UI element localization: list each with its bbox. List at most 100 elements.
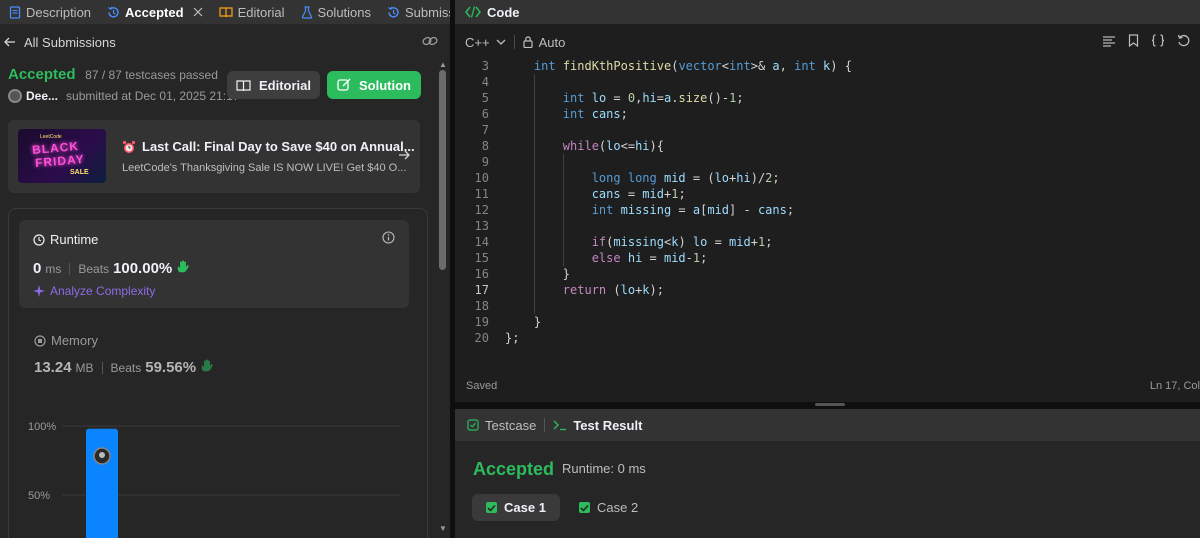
format-icon[interactable]: [1102, 34, 1116, 47]
chart-bar[interactable]: [86, 428, 118, 538]
memory-value: 13.24: [34, 359, 72, 376]
memory-beats-value: 59.56%: [145, 359, 197, 376]
submission-status: Accepted: [8, 66, 76, 83]
memory-unit: MB: [75, 361, 94, 375]
all-submissions-link[interactable]: All Submissions: [24, 35, 116, 50]
divider: [513, 35, 515, 49]
tab-label: Accepted: [125, 4, 184, 20]
y-tick-label: 100%: [28, 421, 56, 433]
tab-accepted[interactable]: Accepted: [104, 0, 206, 24]
code-line[interactable]: 9: [455, 154, 1200, 170]
case-tab-2[interactable]: Case 2: [565, 494, 652, 521]
result-panel: Testcase Test Result Accepted Runtime: 0…: [455, 409, 1200, 538]
arrow-left-icon[interactable]: [4, 37, 16, 47]
cursor-position: Ln 17, Col: [1149, 380, 1200, 392]
solution-button[interactable]: Solution: [327, 71, 421, 99]
code-editor[interactable]: 3 int findKthPositive(vector<int>& a, in…: [455, 58, 1200, 346]
avatar-face: [99, 452, 105, 458]
submitted-time: submitted at Dec 01, 2025 21:17: [66, 89, 240, 103]
history-icon: [387, 6, 400, 19]
code-line[interactable]: 18: [455, 298, 1200, 314]
divider: [69, 262, 71, 275]
scroll-up-arrow[interactable]: ▲: [439, 60, 447, 69]
scroll-down-arrow[interactable]: ▼: [439, 524, 447, 533]
braces-icon[interactable]: [1151, 34, 1165, 47]
code-text: while(lo<=hi){: [562, 139, 664, 153]
line-number: 5: [481, 91, 489, 105]
tab-submissions[interactable]: Submissi: [384, 0, 450, 24]
info-icon[interactable]: [382, 231, 395, 244]
code-line[interactable]: 15 else hi = mid-1;: [455, 250, 1200, 266]
chevron-down-icon[interactable]: [496, 39, 506, 46]
tab-test-result[interactable]: Test Result: [553, 418, 642, 433]
tab-code[interactable]: Code: [487, 5, 520, 20]
code-line[interactable]: 7: [455, 122, 1200, 138]
cheer-hand-icon: [176, 260, 190, 273]
runtime-card[interactable]: Runtime 0 ms Beats 100.00% Analyze Compl…: [19, 220, 409, 308]
panel-resize-handle[interactable]: [815, 403, 845, 406]
bookmark-icon[interactable]: [1128, 34, 1139, 47]
avatar[interactable]: [8, 89, 22, 103]
code-text: }: [505, 315, 542, 329]
chip-icon: [34, 334, 46, 347]
tab-solutions[interactable]: Solutions: [298, 0, 374, 24]
memory-title: Memory: [51, 333, 98, 348]
arrow-right-icon[interactable]: [398, 149, 410, 161]
reset-icon[interactable]: [1177, 34, 1190, 47]
analyze-complexity-link[interactable]: Analyze Complexity: [33, 284, 155, 298]
code-line[interactable]: 14 if(missing<k) lo = mid+1;: [455, 234, 1200, 250]
result-runtime: Runtime: 0 ms: [562, 461, 646, 476]
memory-stats: 13.24 MB Beats 59.56%: [34, 359, 214, 376]
language-select[interactable]: C++: [465, 35, 490, 50]
tab-testcase[interactable]: Testcase: [467, 418, 536, 433]
document-icon: [9, 5, 21, 19]
tab-editorial[interactable]: Editorial: [216, 0, 288, 24]
runtime-value: 0: [33, 260, 42, 277]
promo-description: LeetCode's Thanksgiving Sale IS NOW LIVE…: [122, 162, 407, 174]
code-text: int cans;: [562, 107, 628, 121]
code-line[interactable]: 17 return (lo+k);: [455, 282, 1200, 298]
code-text: else hi = mid-1;: [591, 251, 708, 265]
code-line[interactable]: 12 int missing = a[mid] - cans;: [455, 202, 1200, 218]
code-line[interactable]: 20};: [455, 330, 1200, 346]
code-line[interactable]: 5 int lo = 0,hi=a.size()-1;: [455, 90, 1200, 106]
beats-label: Beats: [110, 361, 142, 375]
code-text: }: [505, 267, 571, 281]
code-line[interactable]: 16 }: [455, 266, 1200, 282]
line-number: 13: [474, 219, 489, 233]
code-line[interactable]: 19 }: [455, 314, 1200, 330]
promo-image: LeetCode BLACK FRIDAY SALE: [18, 129, 106, 183]
code-line[interactable]: 10 long long mid = (lo+hi)/2;: [455, 170, 1200, 186]
toolbar-actions: [1102, 34, 1190, 47]
left-tab-bar: Description Accepted Editorial Solutions: [0, 0, 450, 24]
check-icon: [579, 502, 590, 513]
line-number: 20: [474, 331, 489, 345]
close-icon[interactable]: [193, 7, 203, 17]
username[interactable]: Dee...: [26, 89, 58, 103]
code-line[interactable]: 4: [455, 74, 1200, 90]
code-line[interactable]: 3 int findKthPositive(vector<int>& a, in…: [455, 58, 1200, 74]
scrollbar-thumb[interactable]: [439, 70, 446, 270]
case-tab-1[interactable]: Case 1: [472, 494, 560, 521]
code-line[interactable]: 11 cans = mid+1;: [455, 186, 1200, 202]
tab-description[interactable]: Description: [6, 0, 94, 24]
line-number: 19: [474, 315, 489, 329]
runtime-title: Runtime: [50, 232, 99, 247]
promo-banner[interactable]: LeetCode BLACK FRIDAY SALE Last Call: Fi…: [8, 120, 420, 193]
code-line[interactable]: 6 int cans;: [455, 106, 1200, 122]
code-line[interactable]: 8 while(lo<=hi){: [455, 138, 1200, 154]
code-text: long long mid = (lo+hi)/2;: [591, 171, 780, 185]
runtime-distribution-chart: 100% 50%: [28, 421, 400, 538]
link-icon[interactable]: [422, 34, 438, 48]
editorial-button[interactable]: Editorial: [227, 71, 320, 99]
mode-select[interactable]: Auto: [539, 35, 566, 50]
memory-title-row[interactable]: Memory: [34, 333, 98, 348]
code-line[interactable]: 13: [455, 218, 1200, 234]
history-icon: [107, 6, 120, 19]
tab-label: Editorial: [237, 4, 285, 20]
line-number: 8: [481, 139, 489, 153]
lock-icon: [522, 36, 533, 48]
runtime-beats-value: 100.00%: [113, 260, 173, 277]
code-text: return (lo+k);: [562, 283, 664, 297]
line-number: 7: [481, 123, 489, 137]
